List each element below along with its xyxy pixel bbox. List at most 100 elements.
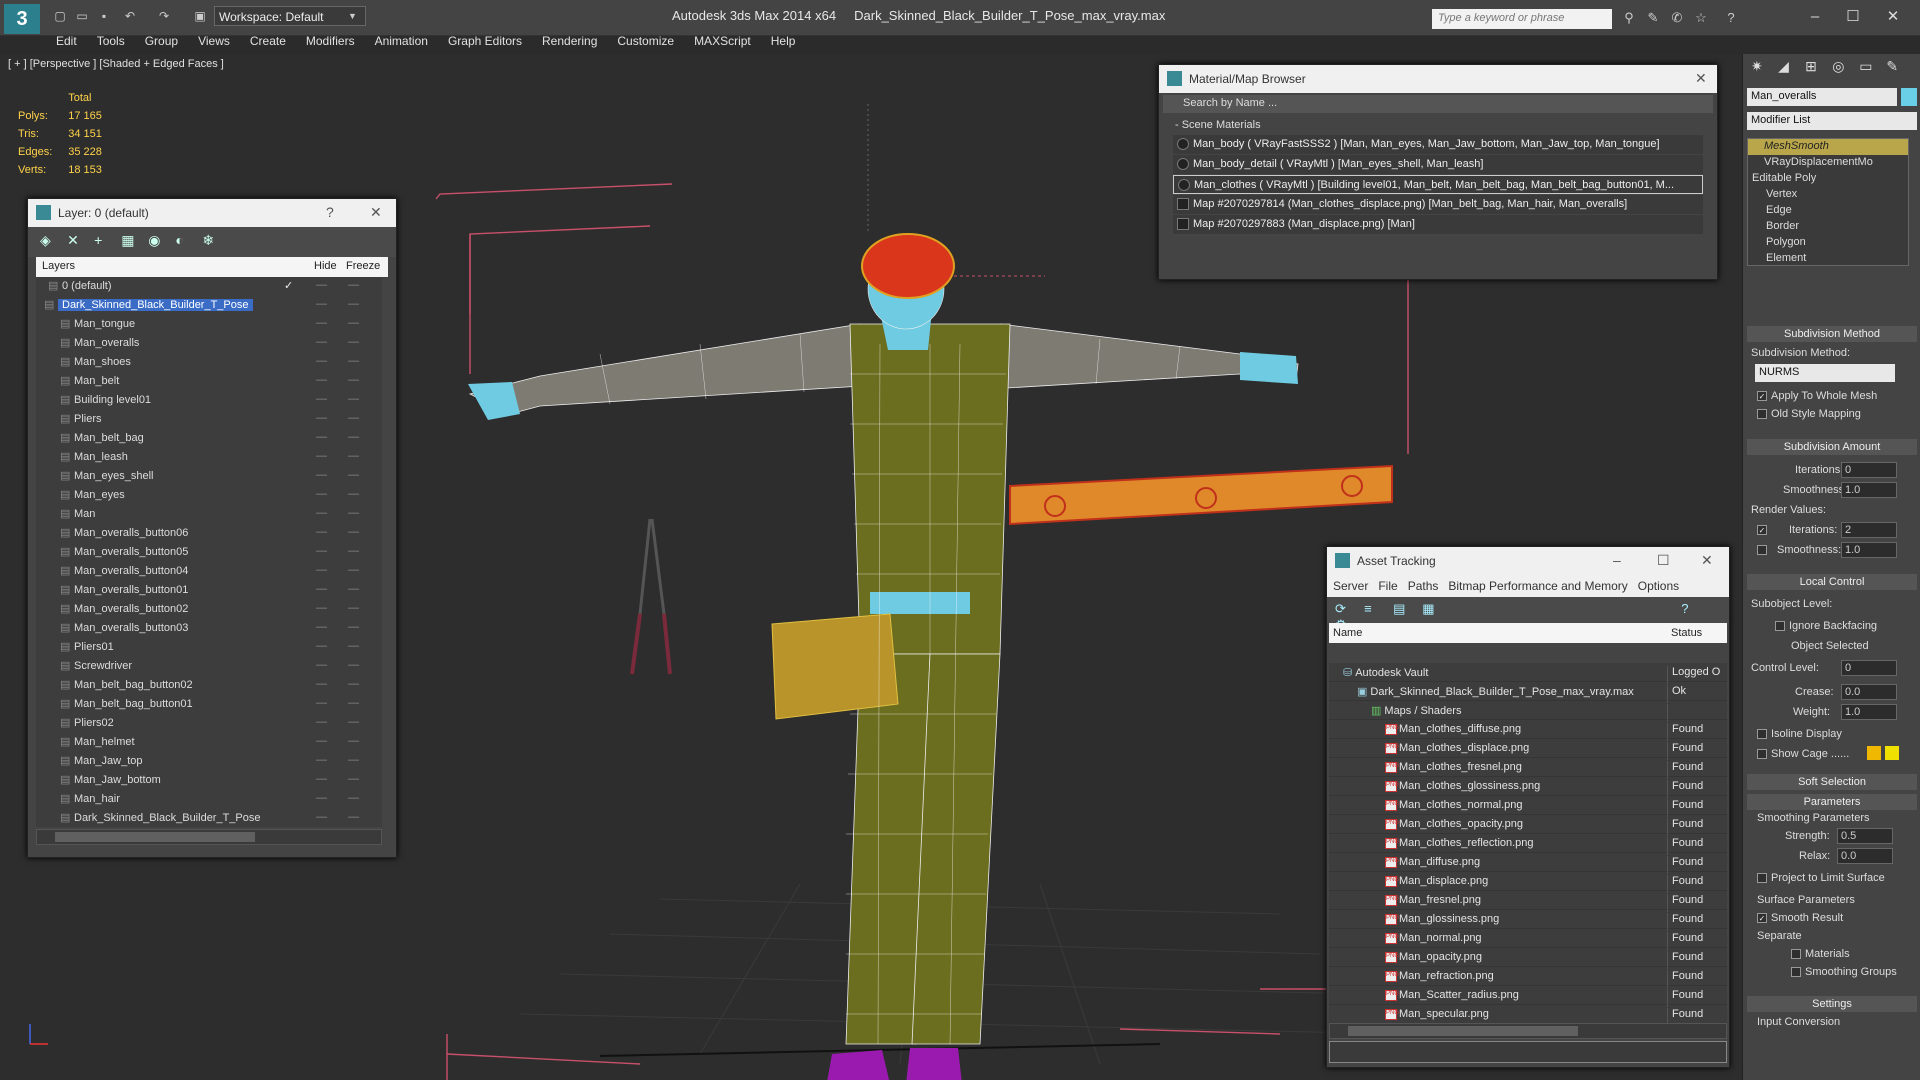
list-view-icon[interactable]: ≡	[1364, 601, 1390, 616]
iterations-spinner[interactable]: 0	[1841, 462, 1897, 478]
hide-toggle-icon[interactable]: —	[316, 773, 327, 785]
freeze-toggle-icon[interactable]: —	[348, 659, 359, 671]
material-search-input[interactable]: Search by Name ...	[1163, 95, 1713, 113]
show-cage-checkbox[interactable]: Show Cage ......	[1757, 748, 1849, 760]
rollout-parameters[interactable]: Parameters	[1747, 794, 1917, 810]
modify-tab-icon[interactable]: ◢	[1778, 58, 1802, 75]
asset-tracking-dialog[interactable]: Asset Tracking – ☐ ✕ Server File Paths Bitm…	[1326, 546, 1730, 1068]
freeze-toggle-icon[interactable]: —	[348, 716, 359, 728]
layer-object-row[interactable]: ▤ Man_belt_bag — —	[36, 429, 382, 448]
material-row[interactable]: Man_clothes ( VRayMtl ) [Building level0…	[1173, 175, 1703, 194]
freeze-toggle-icon[interactable]: —	[348, 792, 359, 804]
highlight-layer-icon[interactable]: ◉	[148, 232, 172, 249]
layer-object-row[interactable]: ▤ Man_hair — —	[36, 790, 382, 809]
freeze-toggle-icon[interactable]: —	[348, 336, 359, 348]
isoline-display-checkbox[interactable]: Isoline Display	[1757, 728, 1842, 740]
hide-toggle-icon[interactable]: —	[316, 678, 327, 690]
hide-toggle-icon[interactable]: —	[316, 754, 327, 766]
rollout-settings[interactable]: Settings	[1747, 996, 1917, 1012]
freeze-toggle-icon[interactable]: —	[348, 526, 359, 538]
hide-toggle-icon[interactable]: —	[316, 545, 327, 557]
close-button[interactable]: ✕	[1695, 70, 1707, 87]
layer-object-row[interactable]: ▤ Screwdriver — —	[36, 657, 382, 676]
layer-object-row[interactable]: ▤ Man_leash — —	[36, 448, 382, 467]
redo-icon[interactable]: ↷	[156, 8, 172, 24]
hide-toggle-icon[interactable]: —	[316, 469, 327, 481]
layer-object-row[interactable]: ▤ Dark_Skinned_Black_Builder_T_Pose — —	[36, 809, 382, 827]
freeze-toggle-icon[interactable]: —	[348, 545, 359, 557]
layer-object-row[interactable]: ▤ Man_overalls_button01 — —	[36, 581, 382, 600]
layer-object-row[interactable]: ▤ Man_eyes — —	[36, 486, 382, 505]
hide-toggle-icon[interactable]: —	[316, 602, 327, 614]
render-iterations-checkbox[interactable]: ✓ Iterations:	[1757, 524, 1837, 536]
asset-row[interactable]: ▣ Dark_Skinned_Black_Builder_T_Pose_max_v…	[1329, 682, 1727, 703]
object-color-swatch[interactable]	[1901, 88, 1917, 106]
help-button[interactable]: ?	[326, 204, 334, 220]
material-row[interactable]: Map #2070297883 (Man_displace.png) [Man]	[1173, 215, 1703, 234]
relax-spinner[interactable]: 0.0	[1837, 848, 1893, 864]
checkbox[interactable]	[1757, 749, 1767, 760]
freeze-toggle-icon[interactable]: —	[348, 640, 359, 652]
ignore-backfacing-checkbox[interactable]: Ignore Backfacing	[1775, 620, 1877, 632]
rollout-subdivision-method[interactable]: Subdivision Method	[1747, 326, 1917, 342]
menu-help[interactable]: Help	[761, 32, 806, 50]
freeze-toggle-icon[interactable]: —	[348, 355, 359, 367]
freeze-toggle-icon[interactable]: —	[348, 279, 359, 291]
maximize-button[interactable]: ☐	[1657, 552, 1670, 569]
binoculars-icon[interactable]: ⚲	[1620, 10, 1638, 28]
freeze-toggle-icon[interactable]: —	[348, 507, 359, 519]
checkbox-checked[interactable]: ✓	[1757, 913, 1767, 924]
col-layers[interactable]: Layers	[42, 260, 75, 272]
layer-object-row[interactable]: ▤ Man_overalls_button02 — —	[36, 600, 382, 619]
render-iterations-spinner[interactable]: 2	[1841, 522, 1897, 538]
hide-toggle-icon[interactable]: —	[316, 298, 327, 310]
asset-row[interactable]: PNGMan_fresnel.png Found	[1329, 891, 1727, 912]
modifier-stack-item[interactable]: Polygon	[1748, 235, 1908, 251]
hide-toggle-icon[interactable]: —	[316, 488, 327, 500]
hide-toggle-icon[interactable]: —	[316, 526, 327, 538]
menu-edit[interactable]: Edit	[46, 32, 87, 50]
layer-object-row[interactable]: ▤ Pliers01 — —	[36, 638, 382, 657]
asset-row[interactable]: PNGMan_Scatter_radius.png Found	[1329, 986, 1727, 1007]
create-tab-icon[interactable]: ✷	[1751, 58, 1775, 75]
asset-tracking-title-bar[interactable]: Asset Tracking – ☐ ✕	[1327, 547, 1729, 575]
layer-object-row[interactable]: ▤ Man_overalls — —	[36, 334, 382, 353]
hide-toggle-icon[interactable]: —	[316, 564, 327, 576]
layer-object-row[interactable]: ▤ Man_shoes — —	[36, 353, 382, 372]
freeze-toggle-icon[interactable]: —	[348, 811, 359, 823]
layer-object-row[interactable]: ▤ Man_belt_bag_button02 — —	[36, 676, 382, 695]
menu-modifiers[interactable]: Modifiers	[296, 32, 365, 50]
render-smoothness-spinner[interactable]: 1.0	[1841, 542, 1897, 558]
scrollbar-thumb[interactable]	[1348, 1026, 1578, 1036]
chevron-down-icon[interactable]: ▼	[348, 6, 362, 26]
delete-layer-icon[interactable]: ✕	[67, 232, 91, 249]
layer-row[interactable]: ▤ Dark_Skinned_Black_Builder_T_Pose — —	[36, 296, 382, 315]
checkbox-checked[interactable]: ✓	[1757, 391, 1767, 402]
table-view-icon[interactable]: ▦	[1422, 601, 1448, 617]
hierarchy-tab-icon[interactable]: ⊞	[1805, 58, 1829, 75]
hide-toggle-icon[interactable]: —	[316, 374, 327, 386]
asset-row[interactable]: PNGMan_clothes_glossiness.png Found	[1329, 777, 1727, 798]
project-limit-checkbox[interactable]: Project to Limit Surface	[1757, 872, 1885, 884]
help-icon[interactable]: ?	[1681, 601, 1707, 616]
freeze-toggle-icon[interactable]: —	[348, 773, 359, 785]
rollout-local-control[interactable]: Local Control	[1747, 574, 1917, 590]
hide-toggle-icon[interactable]: —	[316, 716, 327, 728]
asset-row[interactable]: PNGMan_clothes_fresnel.png Found	[1329, 758, 1727, 779]
layer-object-row[interactable]: ▤ Man_belt — —	[36, 372, 382, 391]
old-style-mapping-checkbox[interactable]: Old Style Mapping	[1757, 408, 1861, 420]
layer-object-row[interactable]: ▤ Man_helmet — —	[36, 733, 382, 752]
hide-toggle-icon[interactable]: —	[316, 621, 327, 633]
hide-toggle-icon[interactable]: —	[316, 583, 327, 595]
asset-row[interactable]: PNGMan_displace.png Found	[1329, 872, 1727, 893]
freeze-toggle-icon[interactable]: —	[348, 317, 359, 329]
freeze-toggle-icon[interactable]: —	[348, 374, 359, 386]
render-smoothness-checkbox[interactable]: Smoothness:	[1757, 544, 1841, 556]
asset-menu-file[interactable]: File	[1378, 579, 1397, 593]
material-browser-title-bar[interactable]: Material/Map Browser ✕	[1159, 65, 1717, 93]
freeze-toggle-icon[interactable]: —	[348, 754, 359, 766]
freeze-all-icon[interactable]: ❄	[202, 232, 226, 249]
freeze-toggle-icon[interactable]: —	[348, 583, 359, 595]
communication-icon[interactable]: ✆	[1668, 10, 1686, 28]
freeze-toggle-icon[interactable]: —	[348, 450, 359, 462]
